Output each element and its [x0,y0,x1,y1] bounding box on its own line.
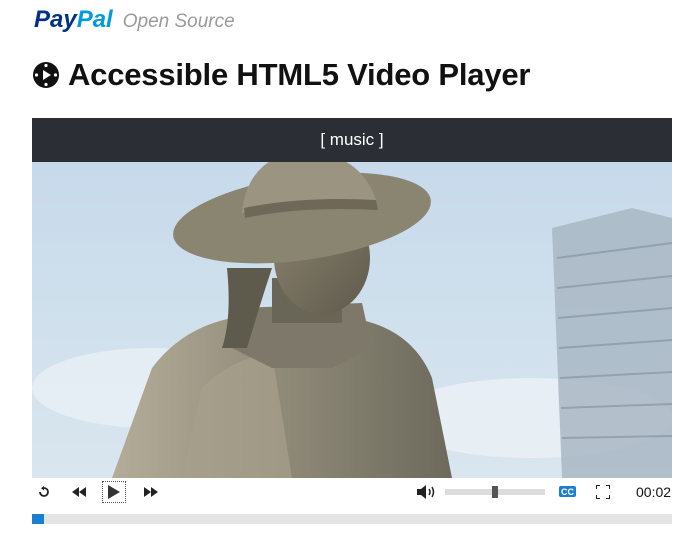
progress-bar-fill [32,514,44,524]
title-row: Accessible HTML5 Video Player [32,57,530,93]
play-button[interactable] [102,481,126,503]
page-title: Accessible HTML5 Video Player [68,57,531,92]
time-display: 00:02 [636,484,672,500]
volume-slider-handle[interactable] [492,486,498,498]
fast-forward-button[interactable] [142,478,160,506]
caption-bar: [ music ] [32,118,672,162]
video-frame[interactable] [32,118,672,478]
mute-button[interactable] [416,478,438,506]
rewind-button[interactable] [70,478,88,506]
site-header: Pay Pal Open Source [34,6,235,34]
paypal-logo-pay[interactable]: Pay [34,6,77,34]
rewind-icon [72,487,86,497]
fullscreen-button[interactable] [594,478,612,506]
video-player[interactable]: [ music ] [32,118,672,478]
play-icon [108,485,120,499]
volume-icon [417,485,435,499]
fullscreen-icon [596,485,610,499]
video-player-icon [33,62,59,88]
caption-text: [ music ] [320,130,384,149]
restart-button[interactable] [36,478,52,506]
paypal-logo-pal[interactable]: Pal [77,6,113,34]
player-controls: CC 00:02 [32,478,672,506]
captions-button[interactable]: CC [559,486,576,497]
fast-forward-icon [144,487,158,497]
restart-icon [39,486,49,497]
progress-bar[interactable] [32,514,672,524]
open-source-label[interactable]: Open Source [123,11,235,33]
